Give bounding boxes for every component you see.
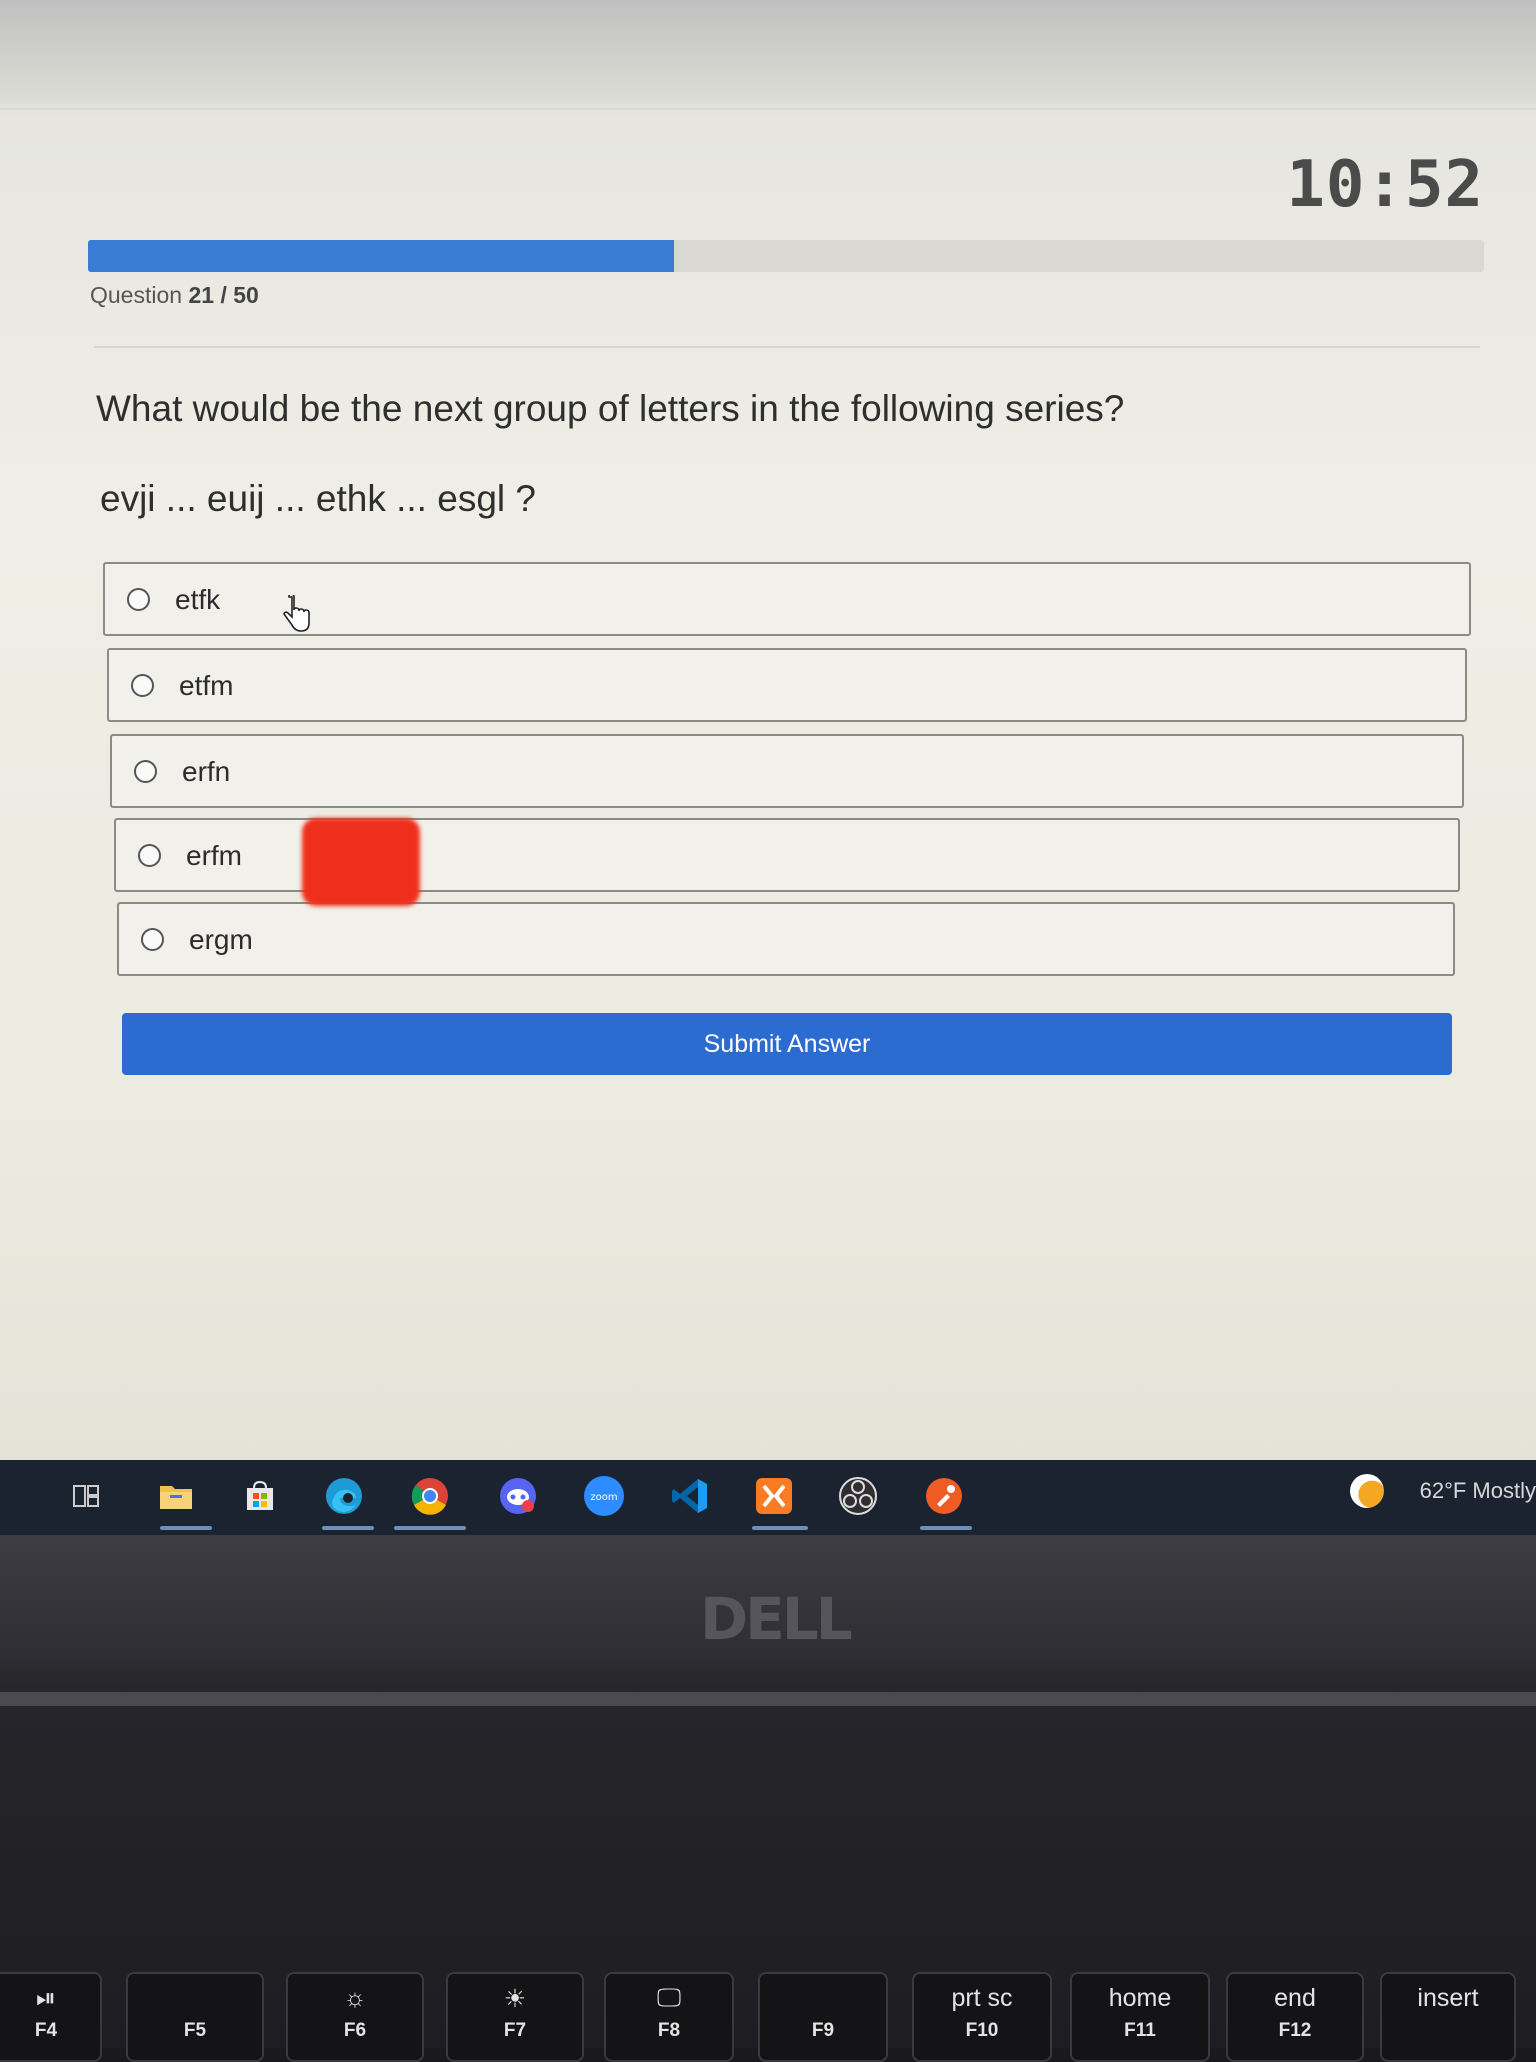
key-f7-label: F7 <box>503 2020 527 2041</box>
answer-option-label: ergm <box>189 924 253 955</box>
xampp-icon[interactable] <box>752 1474 796 1518</box>
radio-button[interactable] <box>131 674 154 697</box>
brightness-down-icon: ☼ <box>343 1984 367 2012</box>
answer-option-label: etfk <box>175 584 221 615</box>
key-f9-label: F9 <box>811 2020 835 2041</box>
key-f10-label: F10 <box>965 2020 999 2041</box>
laptop-bezel: DELL <box>0 1535 1536 1705</box>
progress-bar-fill <box>88 240 675 272</box>
radio-button[interactable] <box>138 844 161 867</box>
taskbar: zoom 62°F Mostly <box>0 1460 1536 1535</box>
key-f12: end F12 <box>1226 1972 1364 2062</box>
key-f4: ⏯ F4 <box>0 1972 102 2062</box>
dell-logo: DELL <box>700 1585 853 1653</box>
key-f5-label: F5 <box>183 2020 207 2041</box>
top-divider <box>0 108 1536 110</box>
key-f7: ☀ F7 <box>446 1972 584 2062</box>
brightness-up-icon: ☀ <box>503 1985 527 2013</box>
submit-answer-button[interactable]: Submit Answer <box>122 1013 1452 1075</box>
key-home-label: home <box>1108 1984 1172 2012</box>
display-switch-icon: 🖵 <box>656 1984 682 2012</box>
key-f6-label: F6 <box>343 2020 367 2041</box>
bezel-edge <box>0 1692 1536 1706</box>
key-end-label: end <box>1274 1984 1316 2012</box>
quiz-screen: 10:52 Question 21 / 50 What would be the… <box>0 0 1536 1460</box>
key-insert-label: insert <box>1417 1984 1479 2012</box>
active-app-indicator <box>920 1526 972 1530</box>
question-counter-total: / 50 <box>220 282 259 308</box>
progress-bar <box>88 240 1484 272</box>
key-prtsc-label: prt sc <box>951 1984 1013 2012</box>
question-counter-label: Question <box>90 282 183 308</box>
top-area <box>0 0 1536 110</box>
answer-option-label: etfm <box>179 670 234 701</box>
radio-button[interactable] <box>141 928 164 951</box>
answer-option[interactable]: erfn <box>110 734 1464 808</box>
key-insert: insert <box>1380 1972 1516 2062</box>
radio-button[interactable] <box>134 760 157 783</box>
postman-icon[interactable] <box>922 1474 966 1518</box>
key-f4-top: ⏯ <box>35 1984 56 2012</box>
task-view-icon[interactable] <box>64 1474 108 1518</box>
weather-icon[interactable] <box>1350 1474 1384 1508</box>
weather-widget[interactable]: 62°F Mostly <box>1420 1478 1536 1504</box>
key-f11-label: F11 <box>1124 2020 1156 2041</box>
answer-option[interactable]: etfm <box>107 648 1467 722</box>
file-explorer-icon[interactable] <box>154 1474 198 1518</box>
redaction-mark <box>302 818 420 906</box>
discord-icon[interactable] <box>496 1474 540 1518</box>
vscode-icon[interactable] <box>668 1474 712 1518</box>
zoom-icon-label: zoom <box>590 1492 617 1503</box>
key-f8: 🖵 F8 <box>604 1972 734 2062</box>
key-f9: F9 <box>758 1972 888 2062</box>
key-f4-label: F4 <box>34 2020 58 2041</box>
question-text: What would be the next group of letters … <box>96 388 1125 429</box>
key-f5: F5 <box>126 1972 264 2062</box>
question-counter-current: 21 <box>188 282 215 308</box>
answer-option-label: erfn <box>182 756 231 787</box>
radio-button[interactable] <box>127 588 150 611</box>
chrome-icon[interactable] <box>408 1474 452 1518</box>
active-app-indicator <box>322 1526 374 1530</box>
countdown-timer: 10:52 <box>1286 148 1484 222</box>
hand-cursor-icon <box>283 595 310 632</box>
active-app-indicator <box>752 1526 808 1530</box>
key-f8-label: F8 <box>657 2020 681 2041</box>
zoom-icon[interactable]: zoom <box>582 1474 626 1518</box>
answer-option[interactable]: ergm <box>117 902 1455 976</box>
question-counter: Question 21 / 50 <box>90 282 259 309</box>
active-app-indicator <box>394 1526 466 1530</box>
microsoft-store-icon[interactable] <box>238 1474 282 1518</box>
letter-series: evji ... euij ... ethk ... esgl ? <box>100 478 536 519</box>
obs-icon[interactable] <box>836 1474 880 1518</box>
active-app-indicator <box>160 1526 212 1530</box>
section-divider <box>94 346 1480 348</box>
edge-icon[interactable] <box>322 1474 366 1518</box>
key-f12-label: F12 <box>1278 2020 1312 2041</box>
key-f6: ☼ F6 <box>286 1972 424 2062</box>
key-f10: prt sc F10 <box>912 1972 1052 2062</box>
answer-option-label: erfm <box>186 840 242 871</box>
key-f11: home F11 <box>1070 1972 1210 2062</box>
